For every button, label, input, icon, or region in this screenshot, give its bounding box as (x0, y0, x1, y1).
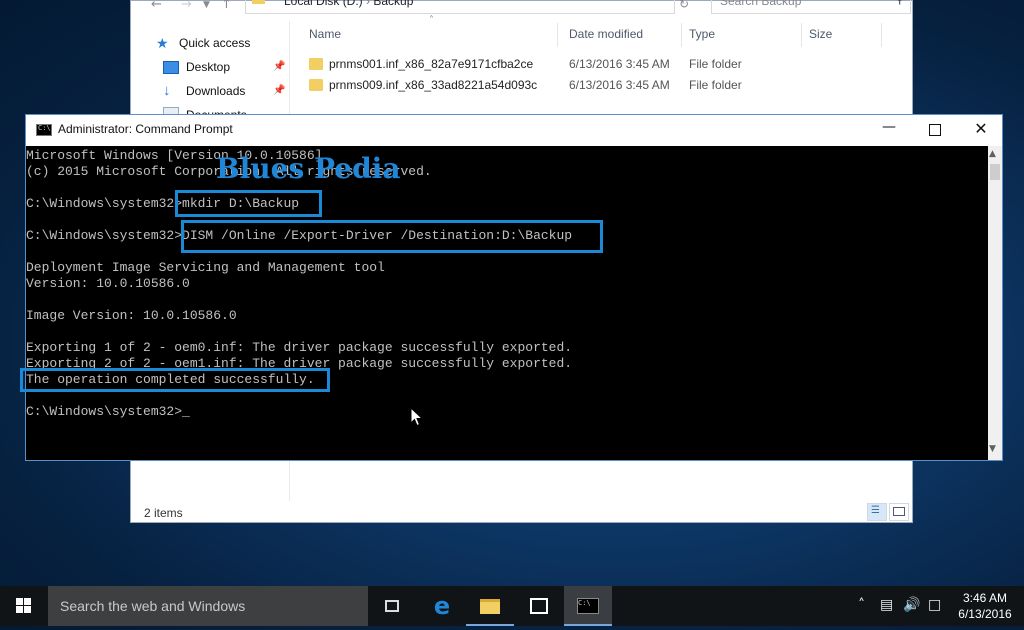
close-icon: ✕ (974, 119, 988, 138)
folder-icon (309, 58, 323, 70)
large-icons-view-button[interactable] (889, 503, 909, 521)
star-icon: ★ (156, 35, 169, 51)
highlight-box-success (20, 368, 330, 392)
file-type: File folder (689, 57, 742, 71)
search-input[interactable]: Search Backup ⚲ (711, 0, 911, 14)
column-header-type[interactable]: Type (689, 27, 715, 41)
file-date: 6/13/2016 3:45 AM (569, 78, 670, 92)
chevron-up-icon[interactable]: ˄ (858, 597, 865, 613)
clock-date: 6/13/2016 (958, 607, 1012, 621)
status-bar-count: 2 items (144, 506, 183, 520)
search-placeholder: Search Backup (720, 0, 802, 8)
scroll-up-icon[interactable]: ▲ (989, 149, 996, 159)
column-divider[interactable] (881, 23, 882, 47)
table-row[interactable]: prnms009.inf_x86_33ad8221a54d093c 6/13/2… (309, 76, 909, 96)
task-view-icon (385, 600, 399, 612)
file-explorer-icon (480, 598, 500, 614)
details-view-button[interactable]: ☰ (867, 503, 887, 521)
sidebar-item-label: Desktop (186, 60, 231, 74)
explorer-toolbar: ← → ▼ ↑ › Local Disk (D:) › Backup ⌄ ↻ S… (141, 0, 911, 15)
column-divider[interactable] (557, 23, 558, 47)
sidebar-item-desktop[interactable]: Desktop (163, 57, 230, 77)
cmd-icon: C:\ (577, 598, 599, 614)
action-center-icon[interactable]: □ (928, 597, 941, 613)
taskbar-search-box[interactable]: Search the web and Windows (48, 586, 368, 626)
clock-time: 3:46 AM (962, 591, 1008, 605)
column-divider[interactable] (801, 23, 802, 47)
folder-icon (252, 0, 265, 4)
mouse-cursor-icon (410, 407, 424, 427)
chevron-down-icon[interactable]: ▼ (203, 0, 210, 10)
file-date: 6/13/2016 3:45 AM (569, 57, 670, 71)
terminal-line: Version: 10.0.10586.0 (26, 276, 190, 291)
navigation-pane: ★ Quick access Desktop 📌 ↓ Downloads 📌 D… (131, 29, 289, 123)
file-name: prnms001.inf_x86_82a7e9171cfba2ce (329, 57, 534, 71)
column-divider[interactable] (681, 23, 682, 47)
terminal-line: Image Version: 10.0.10586.0 (26, 308, 237, 323)
file-explorer-button[interactable] (466, 586, 514, 626)
store-button[interactable] (515, 586, 563, 626)
sidebar-item-downloads[interactable]: ↓ Downloads (163, 81, 245, 101)
scroll-down-icon[interactable]: ▼ (989, 444, 996, 454)
address-bar[interactable]: › Local Disk (D:) › Backup ⌄ (245, 0, 675, 14)
task-view-button[interactable] (368, 586, 416, 626)
taskbar: Search the web and Windows e C:\ ˄ ▤ 🔊 □… (0, 586, 1024, 626)
folder-icon (309, 79, 323, 91)
maximize-icon (929, 124, 941, 136)
search-placeholder: Search the web and Windows (60, 598, 246, 614)
forward-icon[interactable]: → (181, 0, 192, 12)
windows-logo-icon (16, 598, 31, 613)
chevron-down-icon[interactable]: ⌄ (660, 0, 668, 3)
desktop-icon (163, 60, 179, 74)
terminal-line: Deployment Image Servicing and Managemen… (26, 260, 385, 275)
download-icon: ↓ (163, 82, 171, 99)
pin-icon[interactable]: 📌 (273, 61, 285, 72)
minimize-button[interactable]: — (869, 119, 909, 141)
column-header-name[interactable]: Name (309, 27, 341, 41)
edge-button[interactable]: e (418, 586, 466, 626)
highlight-box-dism (181, 220, 603, 253)
chevron-right-icon: › (268, 0, 272, 4)
column-header-date[interactable]: Date modified (569, 27, 643, 41)
start-button[interactable] (0, 586, 48, 626)
window-title: Administrator: Command Prompt (58, 122, 233, 136)
terminal-output[interactable]: Microsoft Windows [Version 10.0.10586] (… (20, 146, 988, 460)
minimize-icon: — (882, 119, 896, 135)
edge-icon: e (433, 592, 451, 620)
system-clock[interactable]: 3:46 AM 6/13/2016 (950, 590, 1020, 622)
large-icons-view-icon (893, 507, 905, 516)
breadcrumb-root[interactable]: Local Disk (D:) (284, 0, 363, 8)
back-icon[interactable]: ← (151, 0, 162, 12)
command-prompt-taskbar-button[interactable]: C:\ (564, 586, 612, 626)
vertical-scrollbar[interactable]: ▲ ▼ (988, 146, 1002, 460)
watermark: Blues Pedia (216, 152, 401, 185)
highlight-box-mkdir (175, 190, 322, 217)
refresh-icon[interactable]: ↻ (679, 0, 689, 11)
cmd-icon[interactable]: C:\ (36, 124, 52, 136)
breadcrumb[interactable]: Local Disk (D:) › Backup (284, 0, 413, 8)
sort-indicator-icon: ˄ (429, 15, 434, 26)
breadcrumb-leaf[interactable]: Backup (373, 0, 413, 8)
network-icon[interactable]: ▤ (880, 597, 893, 613)
pin-icon[interactable]: 📌 (273, 85, 285, 96)
details-view-icon: ☰ (871, 505, 880, 516)
title-bar[interactable]: C:\ Administrator: Command Prompt — ✕ (26, 115, 1002, 146)
sidebar-item-label: Quick access (179, 36, 251, 50)
file-name: prnms009.inf_x86_33ad8221a54d093c (329, 78, 538, 92)
file-type: File folder (689, 78, 742, 92)
command-prompt-window[interactable]: C:\ Administrator: Command Prompt — ✕ Mi… (20, 114, 1003, 461)
terminal-line: C:\Windows\system32>_ (26, 404, 190, 419)
table-row[interactable]: prnms001.inf_x86_82a7e9171cfba2ce 6/13/2… (309, 55, 909, 75)
sidebar-item-label: Downloads (186, 84, 246, 98)
store-icon (530, 598, 548, 614)
volume-icon[interactable]: 🔊 (903, 597, 920, 613)
search-icon[interactable]: ⚲ (895, 0, 904, 6)
sidebar-item-quick-access[interactable]: ★ Quick access (156, 33, 250, 53)
maximize-button[interactable] (915, 119, 955, 141)
close-button[interactable]: ✕ (961, 119, 1001, 141)
up-icon[interactable]: ↑ (221, 0, 232, 12)
column-header-size[interactable]: Size (809, 27, 832, 41)
scrollbar-thumb[interactable] (990, 164, 1000, 180)
terminal-line: Exporting 1 of 2 - oem0.inf: The driver … (26, 340, 573, 355)
